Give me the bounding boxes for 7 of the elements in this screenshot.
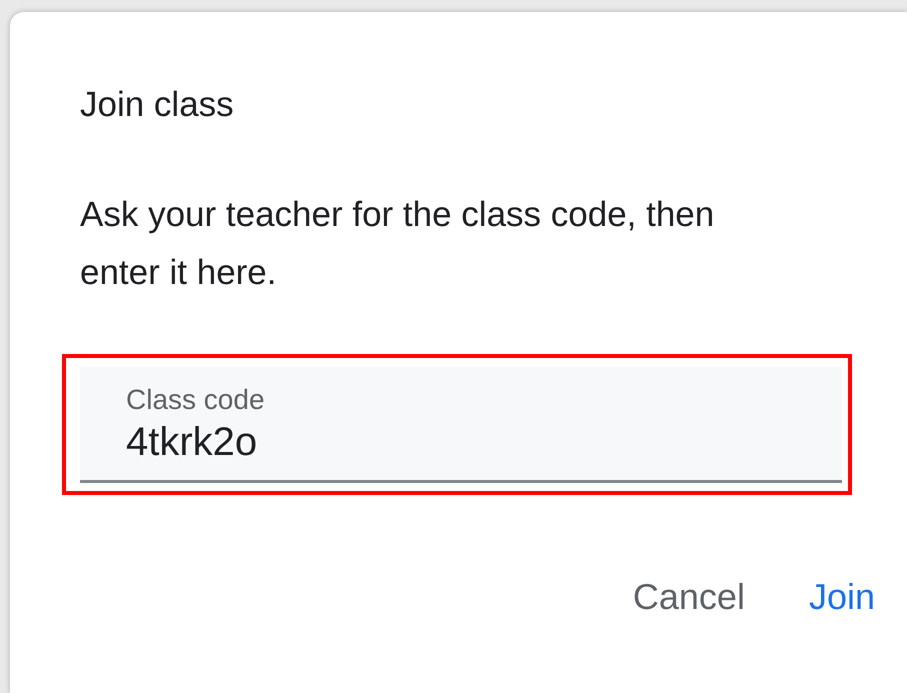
field-label: Class code	[126, 385, 266, 416]
class-code-field[interactable]: Class code 4tkrk2o	[80, 367, 842, 483]
dialog-message: Ask your teacher for the class code, then enter it here.	[80, 194, 716, 294]
dialog-title: Join class	[80, 84, 235, 126]
cancel-button[interactable]: Cancel	[630, 574, 747, 618]
join-button[interactable]: Join	[806, 574, 877, 618]
class-code-input[interactable]: 4tkrk2o	[126, 416, 822, 468]
